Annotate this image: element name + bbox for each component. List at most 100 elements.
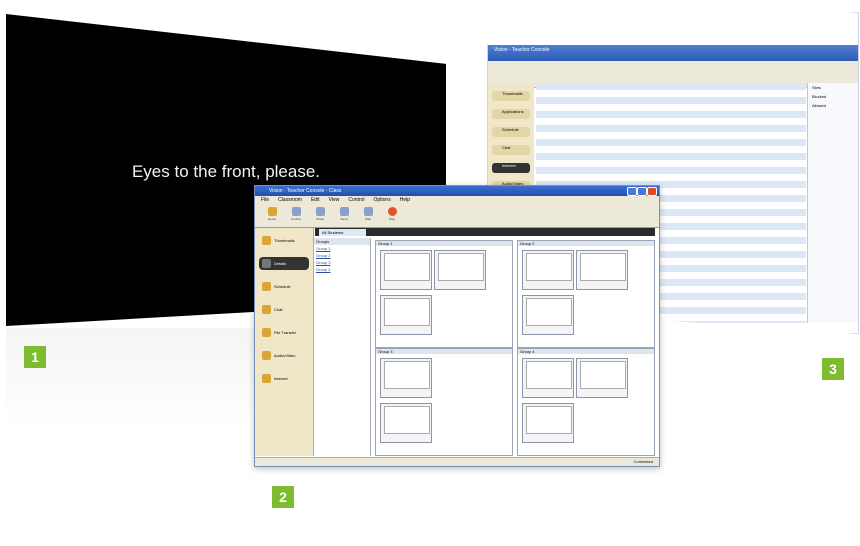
badge-2: 2 <box>272 486 294 508</box>
student-thumbnail[interactable] <box>522 295 574 335</box>
window-2-tabstrip: All Students <box>315 228 655 236</box>
menu-item[interactable]: File <box>261 196 269 205</box>
sidebar-item-label: Thumbnails <box>274 238 295 243</box>
group-title: Group 1 <box>376 241 512 246</box>
maximize-icon[interactable] <box>637 187 647 196</box>
thumbnail-screen <box>526 253 572 281</box>
schedule-icon <box>262 282 271 291</box>
sidebar-item-label: File Transfer <box>274 330 297 335</box>
student-thumbnail[interactable] <box>380 403 432 443</box>
w3-sidebar-item[interactable]: Schedule <box>492 127 530 137</box>
window-2-sidebar: Thumbnails Details Schedule Chat File Tr… <box>255 228 314 456</box>
group-link[interactable]: Group 3 <box>314 259 370 266</box>
thumbnail-screen <box>384 406 430 434</box>
thumbnail-screen <box>580 361 626 389</box>
w3-sidebar-item[interactable]: Chat <box>492 145 530 155</box>
window-3-right-panel: Sites Blocked Allowed <box>807 83 858 323</box>
student-thumbnail[interactable] <box>522 358 574 398</box>
sidebar-item-label: Audio/Video <box>274 353 296 358</box>
toolbar-label: Control <box>291 217 301 221</box>
group-panel[interactable]: Group 4 <box>517 348 655 456</box>
w3-right-item[interactable]: Blocked <box>808 92 858 101</box>
w3-sidebar-item[interactable]: Thumbnails <box>492 91 530 101</box>
status-text: Connected <box>633 459 653 464</box>
sidebar-item-internet[interactable]: Internet <box>259 372 309 385</box>
menu-item[interactable]: Control <box>348 196 364 205</box>
group-title: Group 2 <box>518 241 654 246</box>
sidebar-item-label: Schedule <box>274 284 291 289</box>
toolbar-label: Stop <box>388 217 396 221</box>
chat-icon <box>262 305 271 314</box>
window-2-statusbar: Connected <box>255 457 659 466</box>
window-3-menu <box>488 61 858 69</box>
close-icon[interactable] <box>647 187 657 196</box>
student-thumbnail[interactable] <box>380 358 432 398</box>
window-2-toolbar: Home Control Show Send Web Stop <box>255 205 659 228</box>
control-button[interactable]: Control <box>287 207 305 225</box>
group-link[interactable]: Group 1 <box>314 245 370 252</box>
group-title: Group 3 <box>376 349 512 354</box>
sidebar-item-label: Chat <box>274 307 283 312</box>
web-icon <box>363 207 373 216</box>
sidebar-item-label: Internet <box>274 376 288 381</box>
show-button[interactable]: Show <box>311 207 329 225</box>
toolbar-label: Home <box>267 217 276 221</box>
window-2-title: Vision - Teacher Console - Class <box>269 188 342 194</box>
menu-item[interactable]: Options <box>373 196 390 205</box>
blank-screen-message: Eyes to the front, please. <box>131 162 321 181</box>
toolbar-label: Web <box>364 217 372 221</box>
sidebar-item-schedule[interactable]: Schedule <box>259 280 309 293</box>
tab-all-students[interactable]: All Students <box>319 229 366 236</box>
group-link[interactable]: Group 4 <box>314 266 370 273</box>
minimize-icon[interactable] <box>627 187 637 196</box>
window-2-menubar: File Classroom Edit View Control Options… <box>255 196 659 205</box>
sidebar-item-file-transfer[interactable]: File Transfer <box>259 326 309 339</box>
group-panel[interactable]: Group 1 <box>375 240 513 348</box>
show-icon <box>315 207 325 216</box>
badge-1: 1 <box>24 346 46 368</box>
thumbnail-screen <box>384 298 430 326</box>
internet-icon <box>262 374 271 383</box>
thumbnails-icon <box>262 236 271 245</box>
menu-item[interactable]: Help <box>400 196 410 205</box>
file-transfer-icon <box>262 328 271 337</box>
w3-sidebar-item[interactable]: Applications <box>492 109 530 119</box>
student-thumbnail[interactable] <box>576 358 628 398</box>
student-thumbnail[interactable] <box>522 250 574 290</box>
student-thumbnail[interactable] <box>434 250 486 290</box>
group-panel[interactable]: Group 3 <box>375 348 513 456</box>
sidebar-item-chat[interactable]: Chat <box>259 303 309 316</box>
sidebar-item-details[interactable]: Details <box>259 257 309 270</box>
student-thumbnail[interactable] <box>380 295 432 335</box>
menu-item[interactable]: Classroom <box>278 196 302 205</box>
window-2: Vision - Teacher Console - Class File Cl… <box>254 185 660 467</box>
sidebar-item-audio-video[interactable]: Audio/Video <box>259 349 309 362</box>
control-icon <box>291 207 301 216</box>
send-button[interactable]: Send <box>335 207 353 225</box>
thumbnail-screen <box>580 253 626 281</box>
stop-icon <box>387 207 397 216</box>
group-list: Groups Group 1 Group 2 Group 3 Group 4 <box>314 238 371 456</box>
home-button[interactable]: Home <box>263 207 281 225</box>
web-button[interactable]: Web <box>359 207 377 225</box>
sidebar-item-thumbnails[interactable]: Thumbnails <box>259 234 309 247</box>
w3-sidebar-item-selected[interactable]: Internet <box>492 163 530 173</box>
thumbnail-screen <box>526 361 572 389</box>
w3-right-item[interactable]: Sites <box>808 83 858 92</box>
thumbnail-canvas: Group 1 Group 2 Group 3 Group 4 <box>373 238 655 456</box>
group-link[interactable]: Group 2 <box>314 252 370 259</box>
toolbar-label: Send <box>340 217 348 221</box>
thumbnail-screen <box>526 298 572 326</box>
menu-item[interactable]: View <box>329 196 340 205</box>
student-thumbnail[interactable] <box>522 403 574 443</box>
thumbnail-screen <box>438 253 484 281</box>
badge-3: 3 <box>822 358 844 380</box>
student-thumbnail[interactable] <box>380 250 432 290</box>
window-3-title: Vision - Teacher Console <box>488 45 858 61</box>
w3-right-item[interactable]: Allowed <box>808 101 858 110</box>
student-thumbnail[interactable] <box>576 250 628 290</box>
group-panel[interactable]: Group 2 <box>517 240 655 348</box>
menu-item[interactable]: Edit <box>311 196 320 205</box>
thumbnail-screen <box>526 406 572 434</box>
stop-button[interactable]: Stop <box>383 207 401 225</box>
